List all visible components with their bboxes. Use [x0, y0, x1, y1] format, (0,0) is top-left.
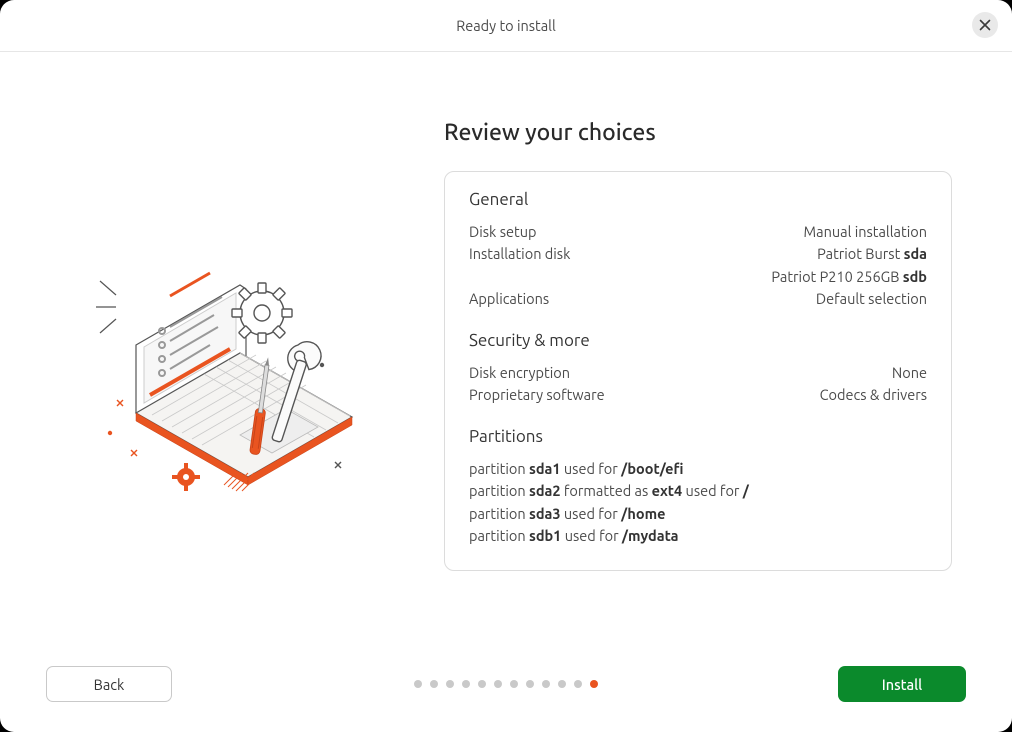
- step-dot: [446, 680, 454, 688]
- step-dot: [590, 680, 598, 688]
- value-applications: Default selection: [816, 288, 927, 310]
- section-partitions: Partitions partition sda1 used for /boot…: [469, 427, 927, 548]
- value-disk-setup: Manual installation: [804, 221, 927, 243]
- step-dot: [574, 680, 582, 688]
- small-gear-icon: [172, 463, 200, 491]
- section-title-partitions: Partitions: [469, 427, 927, 446]
- main-panel: Review your choices General Disk setup M…: [420, 120, 952, 636]
- label-install-disk: Installation disk: [469, 243, 570, 288]
- install-button[interactable]: Install: [838, 666, 966, 702]
- value-disk-encryption: None: [892, 362, 927, 384]
- page-heading: Review your choices: [444, 120, 952, 145]
- step-dot: [526, 680, 534, 688]
- back-button[interactable]: Back: [46, 666, 172, 702]
- label-disk-encryption: Disk encryption: [469, 362, 570, 384]
- step-dot: [542, 680, 550, 688]
- window-title: Ready to install: [456, 17, 556, 34]
- row-proprietary: Proprietary software Codecs & drivers: [469, 384, 927, 406]
- close-button[interactable]: [972, 12, 998, 38]
- laptop-illustration-icon: [90, 235, 390, 495]
- step-dot: [510, 680, 518, 688]
- step-dot: [494, 680, 502, 688]
- section-general: General Disk setup Manual installation I…: [469, 190, 927, 311]
- close-icon: [979, 17, 991, 34]
- partition-line: partition sda1 used for /boot/efi: [469, 458, 927, 480]
- partition-list: partition sda1 used for /boot/efipartiti…: [469, 458, 927, 548]
- step-dot: [414, 680, 422, 688]
- value-proprietary: Codecs & drivers: [820, 384, 927, 406]
- section-title-security: Security & more: [469, 331, 927, 350]
- gear-icon: [232, 283, 292, 343]
- row-disk-setup: Disk setup Manual installation: [469, 221, 927, 243]
- partition-line: partition sda3 used for /home: [469, 503, 927, 525]
- partition-line: partition sda2 formatted as ext4 used fo…: [469, 480, 927, 502]
- installer-window: Ready to install: [0, 0, 1012, 732]
- step-dot: [558, 680, 566, 688]
- label-proprietary: Proprietary software: [469, 384, 605, 406]
- row-applications: Applications Default selection: [469, 288, 927, 310]
- value-install-disk: Patriot Burst sda Patriot P210 256GB sdb: [771, 243, 927, 288]
- content-area: Review your choices General Disk setup M…: [0, 52, 1012, 636]
- section-security: Security & more Disk encryption None Pro…: [469, 331, 927, 407]
- step-dot: [430, 680, 438, 688]
- review-card: General Disk setup Manual installation I…: [444, 171, 952, 571]
- titlebar: Ready to install: [0, 0, 1012, 52]
- label-applications: Applications: [469, 288, 549, 310]
- illustration: [60, 120, 420, 636]
- partition-line: partition sdb1 used for /mydata: [469, 525, 927, 547]
- step-dot: [462, 680, 470, 688]
- row-disk-encryption: Disk encryption None: [469, 362, 927, 384]
- section-title-general: General: [469, 190, 927, 209]
- step-dot: [478, 680, 486, 688]
- label-disk-setup: Disk setup: [469, 221, 536, 243]
- row-install-disk: Installation disk Patriot Burst sda Patr…: [469, 243, 927, 288]
- step-indicator: [414, 680, 598, 688]
- footer: Back Install: [0, 636, 1012, 732]
